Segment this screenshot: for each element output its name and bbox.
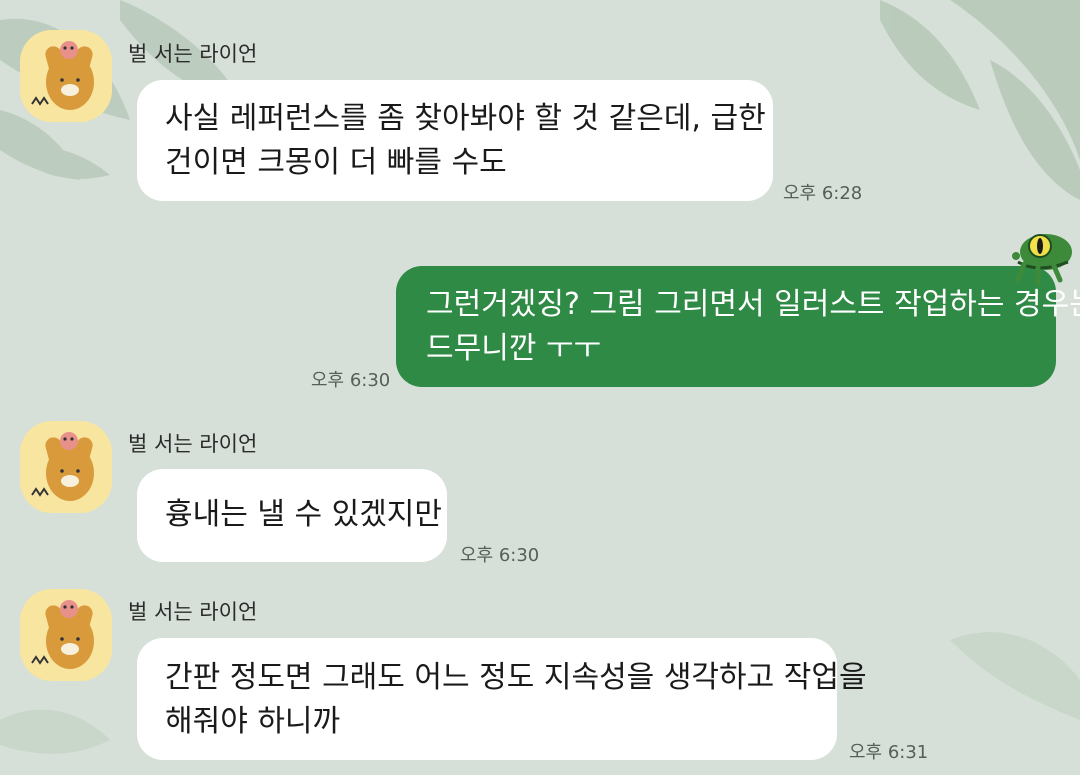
sender-name: 벌 서는 라이언 [128,432,258,456]
message-text-line: 간판 정도면 그래도 어느 정도 지속성을 생각하고 작업을 [165,660,867,695]
message-timestamp: 오후 6:28 [783,183,863,204]
message-bubble[interactable]: 그런거겠징? 그림 그리면서 일러스트 작업하는 경우는 드무니깐 ㅜㅜ [396,266,1080,387]
message-text-line: 드무니깐 ㅜㅜ [426,331,602,366]
message-text-line: 사실 레퍼런스를 좀 찾아봐야 할 것 같은데, 급한 [165,101,766,136]
ryan-character-avatar-icon[interactable] [20,421,112,513]
message-text-line: 흉내는 낼 수 있겠지만 [165,497,443,532]
message-bubble[interactable]: 흉내는 낼 수 있겠지만 [137,469,447,562]
sender-name: 벌 서는 라이언 [128,600,258,624]
message-bubble[interactable]: 사실 레퍼런스를 좀 찾아봐야 할 것 같은데, 급한 건이면 크몽이 더 빠를… [137,80,773,201]
ryan-character-avatar-icon[interactable] [20,30,112,122]
message-text-line: 해줘야 하니까 [165,704,341,739]
message-timestamp: 오후 6:30 [460,545,540,566]
message-text-line: 건이면 크몽이 더 빠를 수도 [165,145,507,180]
message-timestamp: 오후 6:31 [849,742,929,763]
sender-name: 벌 서는 라이언 [128,42,258,66]
chat-message-list[interactable]: 벌 서는 라이언 사실 레퍼런스를 좀 찾아봐야 할 것 같은데, 급한 건이면… [0,0,1080,775]
message-timestamp: 오후 6:30 [311,370,391,391]
message-bubble[interactable]: 간판 정도면 그래도 어느 정도 지속성을 생각하고 작업을 해줘야 하니까 [137,638,867,760]
message-text-line: 그런거겠징? 그림 그리면서 일러스트 작업하는 경우는 [426,287,1080,322]
ryan-character-avatar-icon[interactable] [20,589,112,681]
green-frog-sticker-icon [1010,228,1076,288]
